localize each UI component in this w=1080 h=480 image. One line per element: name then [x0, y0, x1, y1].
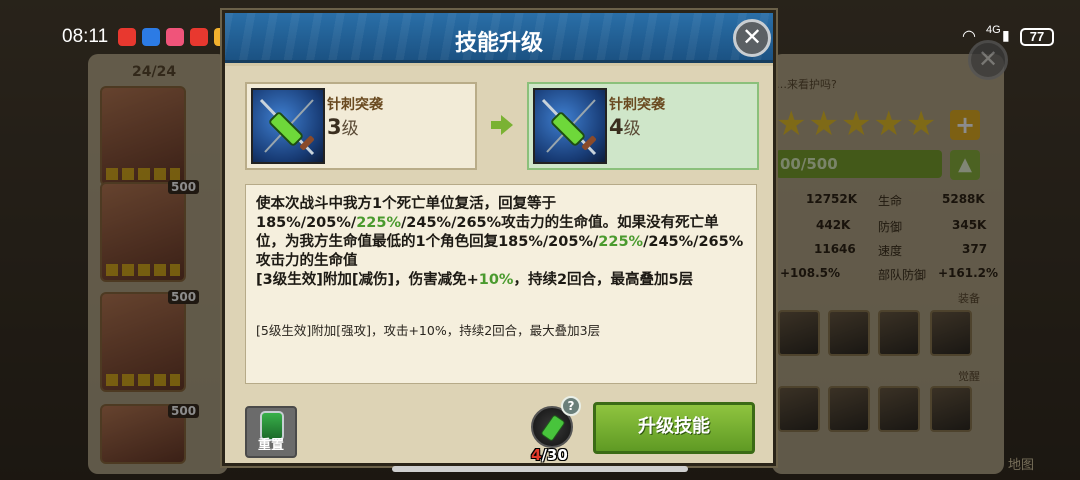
- current-skill-name: 针刺突袭: [327, 97, 383, 113]
- skill-description: 使本次战斗中我方1个死亡单位复活，回复等于185%/205%/225%/245%…: [245, 184, 757, 384]
- clock: 08:11: [62, 26, 109, 47]
- current-skill-level: 3级: [327, 115, 359, 139]
- syringe-icon: [251, 88, 325, 164]
- reset-button[interactable]: 重置: [245, 406, 297, 458]
- close-button[interactable]: ✕: [733, 19, 771, 57]
- upgrade-skill-button[interactable]: 升级技能: [593, 402, 755, 454]
- home-indicator: [392, 466, 688, 472]
- skill-upgrade-dialog: 技能升级 ✕ 针刺突袭 3级 针刺突袭 4级 使本次战斗中我方1个死亡单位复活，…: [222, 10, 776, 466]
- arrow-right-icon: [491, 115, 513, 135]
- notification-app-icon: [166, 28, 184, 46]
- material-count: 4/30: [531, 446, 568, 464]
- help-icon[interactable]: ?: [561, 396, 581, 416]
- dialog-body: 针刺突袭 3级 针刺突袭 4级 使本次战斗中我方1个死亡单位复活，回复等于185…: [225, 66, 773, 464]
- signal-icon: ▮: [1002, 27, 1010, 43]
- notification-app-icon: [190, 28, 208, 46]
- network-type: 4G: [986, 24, 1001, 36]
- reset-label: 重置: [257, 438, 284, 453]
- wifi-icon: ◠: [962, 28, 976, 45]
- dialog-header: 技能升级 ✕: [225, 13, 773, 63]
- description-main: 使本次战斗中我方1个死亡单位复活，回复等于185%/205%/225%/245%…: [256, 196, 744, 288]
- next-skill-name: 针刺突袭: [609, 97, 665, 113]
- notification-app-icon: [118, 28, 136, 46]
- current-skill-card: 针刺突袭 3级: [245, 82, 477, 170]
- description-level5-effect: [5级生效]附加[强攻]，攻击+10%，持续2回合，最大叠加3层: [256, 323, 601, 338]
- syringe-icon: [533, 88, 607, 164]
- notification-app-icon: [142, 28, 160, 46]
- next-skill-card: 针刺突袭 4级: [527, 82, 759, 170]
- next-skill-level: 4级: [609, 115, 641, 139]
- dialog-title: 技能升级: [454, 31, 543, 56]
- battery-indicator: 77: [1020, 28, 1054, 46]
